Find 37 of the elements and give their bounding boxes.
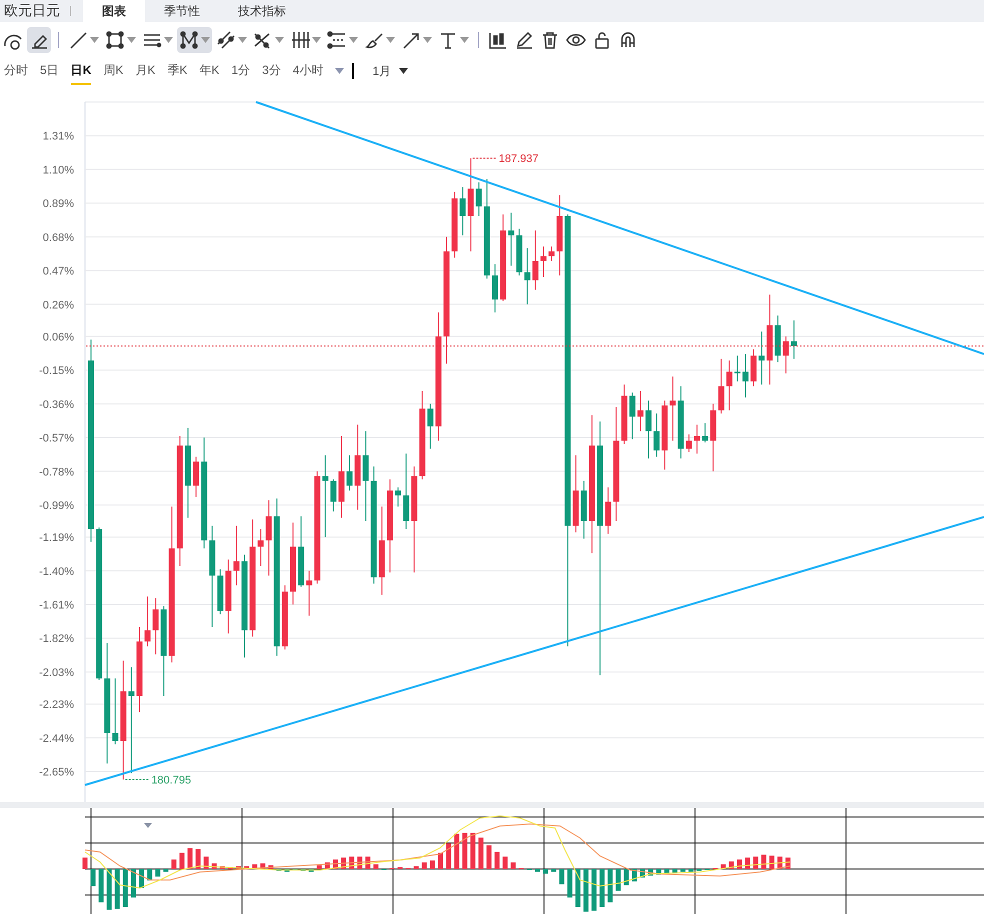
tab[interactable]: 季节性 <box>145 0 219 22</box>
period-tab[interactable]: 3分 <box>262 58 281 84</box>
period-tab[interactable]: 日K <box>70 58 92 84</box>
period-tab[interactable]: 1分 <box>231 58 250 84</box>
axis-label: 1.31% <box>42 130 74 143</box>
axis-label: -1.19% <box>39 532 74 544</box>
axis-label: -2.23% <box>39 699 74 712</box>
axis-label: -0.99% <box>39 500 74 512</box>
min-price-label: 180.795 <box>151 774 192 787</box>
range-dropdown[interactable]: 1月 <box>368 60 412 82</box>
axis-label: 0.89% <box>42 198 74 210</box>
max-price-label: 187.937 <box>498 153 539 166</box>
axis-label: 0.47% <box>42 266 74 278</box>
period-tab[interactable]: 季K <box>167 58 188 84</box>
period-tab[interactable]: 年K <box>199 58 220 84</box>
period-tab[interactable]: 月K <box>135 58 156 84</box>
axis-label: 1.10% <box>42 164 74 176</box>
axis-label: -0.78% <box>39 466 74 478</box>
period-tab[interactable]: 4小时 <box>292 58 324 84</box>
tab[interactable]: 图表 <box>83 0 145 22</box>
period-tab[interactable]: 5日 <box>40 58 59 84</box>
axis-label: 0.06% <box>42 331 74 344</box>
axis-label: -1.82% <box>39 633 74 646</box>
tab[interactable]: 技术指标 <box>219 0 305 22</box>
axis-label: -1.40% <box>39 566 74 578</box>
axis-label: 0.68% <box>42 232 74 244</box>
period-tab[interactable]: 分时 <box>4 58 28 84</box>
axis-label: -0.15% <box>39 365 74 378</box>
axis-label: -0.36% <box>39 398 74 411</box>
axis-label: -1.61% <box>39 600 74 612</box>
axis-label: -2.65% <box>39 766 74 778</box>
axis-label: -2.03% <box>39 666 74 679</box>
axis-label: -0.57% <box>39 432 74 445</box>
instrument-title: 欧元日元 <box>3 1 61 20</box>
period-tab[interactable]: 周K <box>103 58 124 84</box>
axis-label: 0.26% <box>42 299 74 312</box>
axis-label: -2.44% <box>39 732 74 745</box>
